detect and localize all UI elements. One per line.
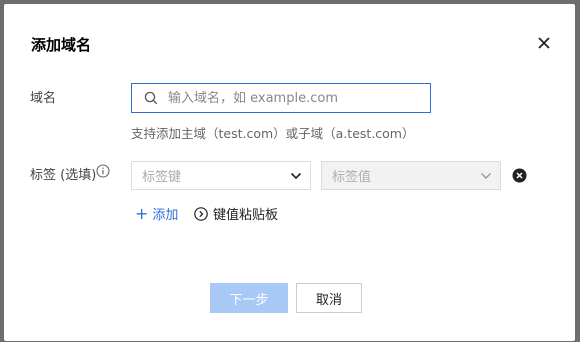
domain-input-wrapper[interactable] bbox=[131, 83, 431, 113]
domain-hint: 支持添加主域（test.com）或子域（a.test.com） bbox=[131, 126, 415, 141]
chevron-down-icon bbox=[290, 172, 302, 179]
info-icon[interactable] bbox=[96, 164, 110, 178]
next-step-button[interactable]: 下一步 bbox=[210, 283, 288, 313]
add-tag-label: 添加 bbox=[152, 208, 179, 223]
dialog-title: 添加域名 bbox=[31, 36, 92, 54]
add-domain-dialog: 添加域名 域名 支持添加主域（test.com）或子域（a.test.com） … bbox=[4, 4, 575, 341]
cancel-button[interactable]: 取消 bbox=[296, 283, 362, 313]
key-value-paste-button[interactable]: 键值粘贴板 bbox=[194, 204, 278, 223]
chevron-right-circle-icon bbox=[194, 206, 208, 221]
tag-key-placeholder: 标签键 bbox=[142, 170, 182, 185]
tags-label: 标签 (选填) bbox=[30, 168, 97, 183]
tag-value-select[interactable]: 标签值 bbox=[321, 161, 501, 190]
remove-tag-icon[interactable] bbox=[512, 168, 527, 183]
search-icon bbox=[144, 91, 158, 105]
close-icon[interactable] bbox=[536, 35, 552, 51]
domain-label: 域名 bbox=[30, 91, 57, 106]
add-tag-button[interactable]: + 添加 bbox=[135, 204, 178, 223]
chevron-down-icon bbox=[481, 172, 491, 179]
tag-value-placeholder: 标签值 bbox=[332, 170, 372, 185]
paste-label: 键值粘贴板 bbox=[213, 208, 279, 223]
domain-input[interactable] bbox=[168, 90, 430, 106]
tag-key-select[interactable]: 标签键 bbox=[131, 161, 311, 190]
plus-icon: + bbox=[135, 203, 149, 223]
